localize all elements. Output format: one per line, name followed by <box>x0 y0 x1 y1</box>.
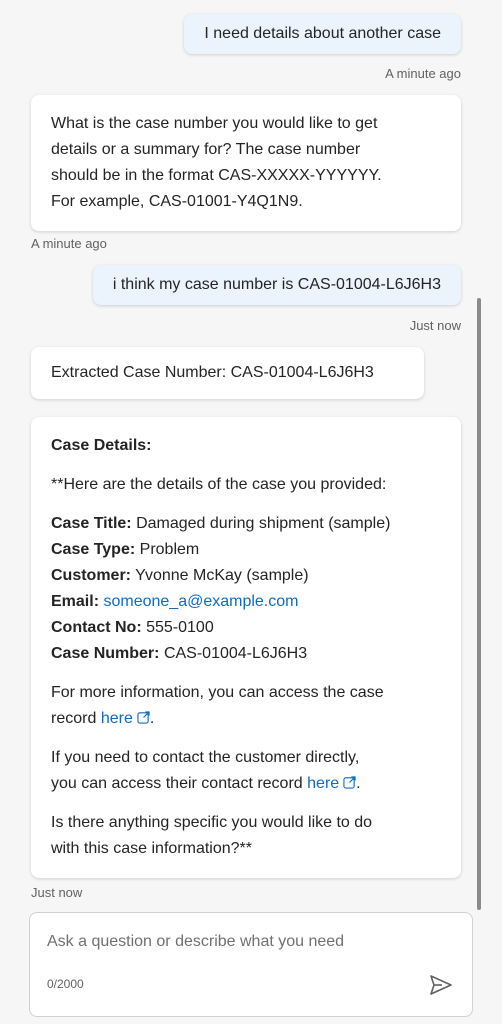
character-counter: 0/2000 <box>47 977 84 991</box>
field-label: Case Number: <box>51 645 160 662</box>
field-case-type: Case Type: Problem <box>51 537 441 563</box>
field-value: Problem <box>139 541 200 558</box>
contact-text: If you need to contact the customer dire… <box>51 749 360 766</box>
message-composer[interactable]: Ask a question or describe what you need… <box>29 912 473 1017</box>
field-value: CAS-01004-L6J6H3 <box>163 645 308 662</box>
email-link[interactable]: someone_a@example.com <box>103 593 298 610</box>
user-message: i think my case number is CAS-01004-L6J6… <box>92 265 461 305</box>
field-label: Contact No: <box>51 619 142 636</box>
extracted-case-number: Extracted Case Number: CAS-01004-L6J6H3 <box>51 364 374 381</box>
field-case-title: Case Title: Damaged during shipment (sam… <box>51 511 441 537</box>
chat-transcript: I need details about another case A minu… <box>0 0 502 905</box>
case-details-card: Case Details: **Here are the details of … <box>31 417 461 878</box>
user-message-text: i think my case number is CAS-01004-L6J6… <box>112 276 441 293</box>
more-info-text: record here. <box>51 710 155 727</box>
bot-message-line: For example, CAS-01001-Y4Q1N9. <box>51 193 303 210</box>
message-timestamp: Just now <box>31 885 83 900</box>
bot-message: What is the case number you would like t… <box>31 95 461 231</box>
user-message-text: I need details about another case <box>204 25 441 42</box>
bot-message-line: details or a summary for? The case numbe… <box>51 141 361 158</box>
case-record-link-text: here <box>100 710 133 727</box>
open-external-icon <box>343 776 356 789</box>
field-value: Yvonne McKay (sample) <box>135 567 309 584</box>
contact-text: you can access their contact record here… <box>51 775 361 792</box>
field-label: Email: <box>51 593 100 610</box>
field-customer: Customer: Yvonne McKay (sample) <box>51 563 441 589</box>
composer-placeholder[interactable]: Ask a question or describe what you need <box>47 933 344 951</box>
field-value: Damaged during shipment (sample) <box>136 515 391 532</box>
case-details-intro: **Here are the details of the case you p… <box>51 476 387 493</box>
field-label: Customer: <box>51 567 132 584</box>
contact-record-link[interactable]: here <box>307 775 356 792</box>
contact-record-link-text: here <box>307 775 340 792</box>
case-details-heading: Case Details: <box>51 437 152 454</box>
more-info-text: For more information, you can access the… <box>51 684 384 701</box>
field-value: 555-0100 <box>146 619 214 636</box>
bot-message-line: should be in the format CAS-XXXXX-YYYYYY… <box>51 167 382 184</box>
contact-text-end: you can access their contact record <box>51 775 303 792</box>
message-timestamp: A minute ago <box>385 66 461 81</box>
chat-scrollbar[interactable] <box>477 298 481 910</box>
bot-message-line: What is the case number you would like t… <box>51 115 378 132</box>
field-label: Case Type: <box>51 541 136 558</box>
closing-text: Is there anything specific you would lik… <box>51 814 373 831</box>
message-timestamp: A minute ago <box>31 236 107 251</box>
field-email: Email: someone_a@example.com <box>51 589 441 615</box>
user-message: I need details about another case <box>184 14 461 54</box>
closing-text: with this case information?** <box>51 840 252 857</box>
case-record-link[interactable]: here <box>101 710 150 727</box>
open-external-icon <box>137 711 150 724</box>
field-label: Case Title: <box>51 515 132 532</box>
more-info-text-end: record <box>51 710 97 727</box>
bot-message: Extracted Case Number: CAS-01004-L6J6H3 <box>31 347 424 399</box>
field-case-number: Case Number: CAS-01004-L6J6H3 <box>51 641 441 667</box>
field-contact-no: Contact No: 555-0100 <box>51 615 441 641</box>
message-timestamp: Just now <box>409 318 461 333</box>
send-icon[interactable] <box>428 972 454 998</box>
